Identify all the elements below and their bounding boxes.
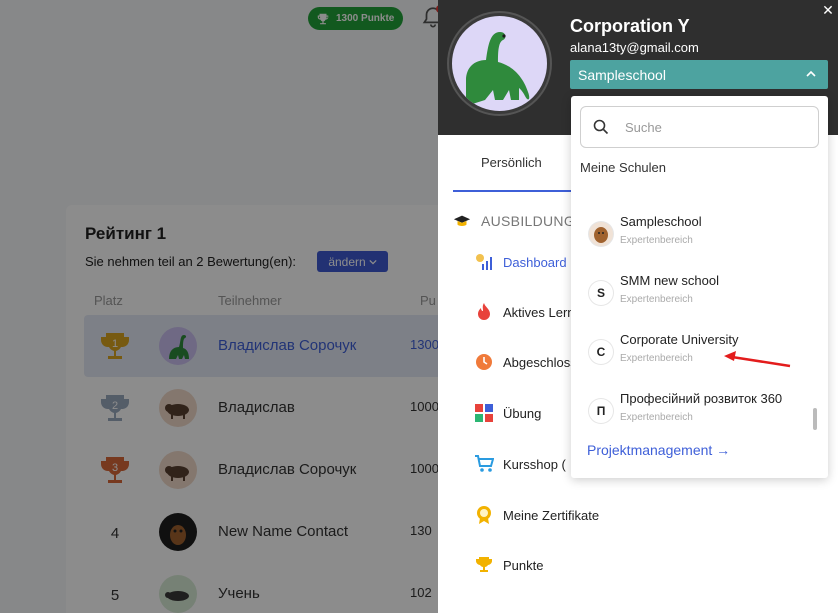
school-name: Corporate University [620,332,739,347]
school-item[interactable]: Sampleschool Expertenbereich [589,214,809,258]
menu-label: Punkte [503,557,544,573]
school-name: Sampleschool [620,214,702,229]
dashboard-icon [474,252,494,272]
menu-label: Meine Zertifikate [503,507,600,523]
menu-item-certificates[interactable]: Meine Zertifikate [474,505,599,525]
search-input[interactable] [625,119,795,135]
school-dropdown: Meine Schulen Sampleschool Expertenberei… [571,96,828,478]
projektmanagement-link[interactable]: Projektmanagement → [587,442,730,458]
cart-icon [474,454,494,474]
school-initial: П [589,399,613,423]
school-avatar [589,222,613,246]
award-icon [474,505,494,525]
tab-personal[interactable]: Persönlich [481,155,542,170]
school-select[interactable]: Sampleschool [570,60,828,89]
close-icon[interactable]: ✕ [820,2,836,18]
section-heading: AUSBILDUNG [453,213,575,229]
menu-label: Dashboard [503,254,567,270]
school-role: Expertenbereich [620,294,693,305]
trophy-icon [474,555,494,575]
organization-name: Corporation Y [570,16,690,36]
annotation-arrow-icon [724,351,791,368]
menu-label: Kursshop ( [503,456,566,472]
search-box[interactable] [580,106,819,148]
school-item[interactable]: П Професійний розвиток 360 Expertenberei… [589,391,809,435]
school-initial: S [589,281,613,305]
menu-item-points[interactable]: Punkte [474,555,543,575]
school-select-value: Sampleschool [578,66,666,83]
section-title: AUSBILDUNG [481,213,576,229]
school-item[interactable]: S SMM new school Expertenbereich [589,273,809,317]
chevron-up-icon [806,70,816,77]
school-role: Expertenbereich [620,412,693,423]
my-schools-label: Meine Schulen [580,160,666,175]
clock-icon [474,352,494,372]
account-email: alana13ty@gmail.com [570,40,699,55]
grid-icon [474,403,494,423]
school-name: SMM new school [620,273,719,288]
search-icon [593,119,609,135]
school-role: Expertenbereich [620,353,693,364]
organization-avatar [449,13,550,114]
school-role: Expertenbereich [620,235,693,246]
tab-underline [453,190,583,192]
school-name: Професійний розвиток 360 [620,391,783,406]
menu-item-dashboard[interactable]: Dashboard [474,252,567,272]
menu-label: Übung [503,405,542,421]
school-initial: C [589,340,613,364]
graduation-cap-icon [453,215,471,226]
dropdown-scrollbar[interactable] [813,408,817,430]
menu-item-course-shop[interactable]: Kursshop ( [474,454,566,474]
flame-icon [474,302,494,322]
menu-item-practice[interactable]: Übung [474,403,541,423]
